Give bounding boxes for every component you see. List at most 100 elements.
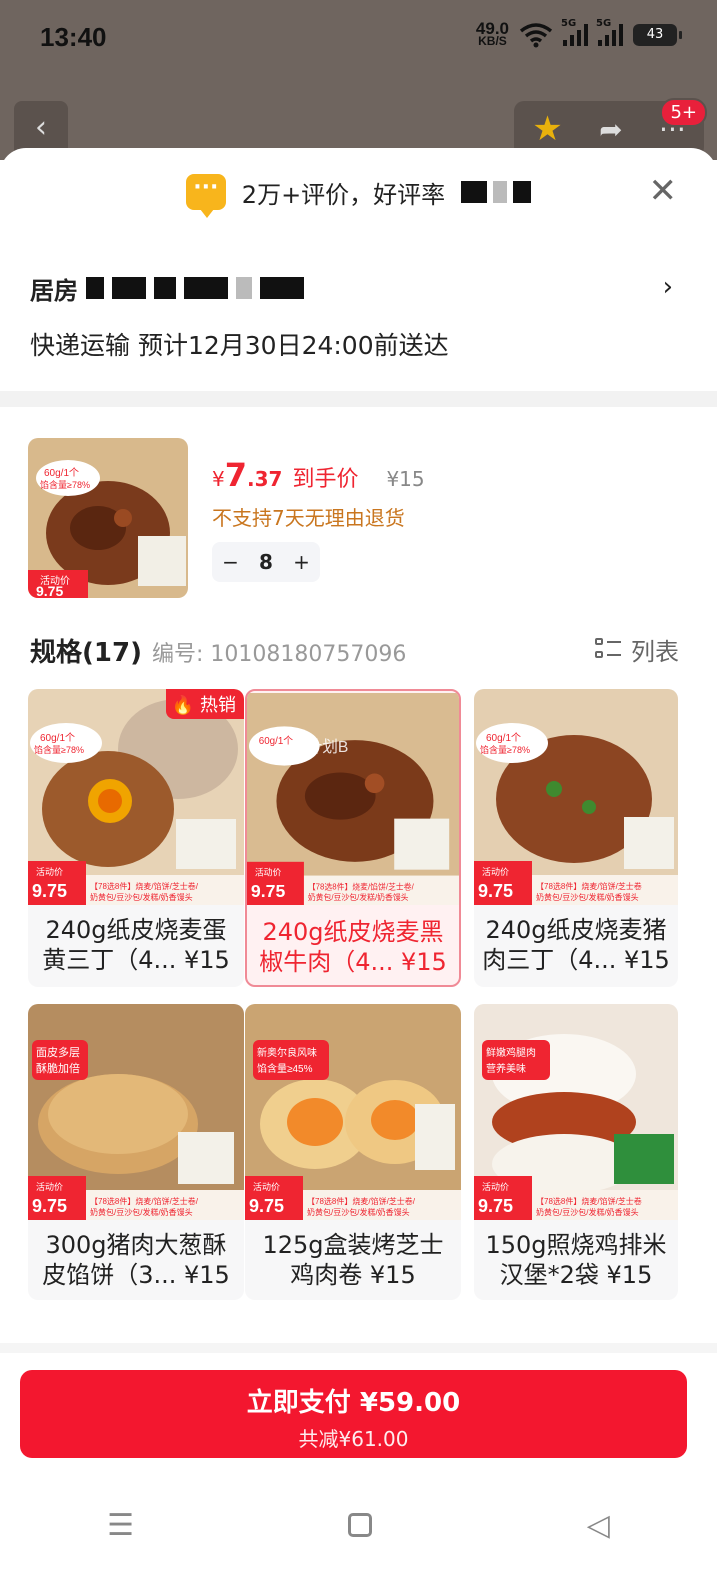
sig2-label: 5G [596,18,612,29]
price-symbol: ¥ [212,467,225,491]
svg-text:B计划B: B计划B [296,738,348,756]
home-icon[interactable] [348,1513,373,1537]
redacted-text [461,181,532,203]
svg-text:奶黄包/豆沙包/发糕/奶香馒头: 奶黄包/豆沙包/发糕/奶香馒头 [308,892,409,902]
svg-text:酥脆加倍: 酥脆加倍 [36,1061,80,1075]
cell-signal-2-icon: 5G [596,18,623,46]
minus-button[interactable]: − [222,550,239,574]
spec-card[interactable]: 活动价 9.75 【78选8件】烧麦/馅饼/芝士卷 奶黄包/豆沙包/发糕/奶香馒… [474,689,678,987]
purchase-sheet: ··· 2万+评价，好评率 ✕ 居房 › 快递运输 预计12月30日24:00前… [0,148,717,1584]
bottom-divider [0,1343,717,1353]
svg-text:【78选8件】烧麦/馅饼/芝士卷/: 【78选8件】烧麦/馅饼/芝士卷/ [90,881,199,891]
svg-text:营养美味: 营养美味 [486,1062,526,1075]
svg-text:9.75: 9.75 [249,1196,284,1216]
product-image: 活动价 9.75 【78选8件】烧麦/馅饼/芝士卷/ 奶黄包/豆沙包/发糕/奶香… [28,1004,244,1220]
svg-text:馅含量≥78%: 馅含量≥78% [34,744,84,755]
address-row[interactable]: 居房 [30,270,304,306]
chat-bubble-icon: ··· [185,174,226,218]
svg-text:活动价: 活动价 [36,1181,63,1192]
back-icon[interactable]: ◁ [587,1508,610,1543]
svg-text:60g/1个: 60g/1个 [40,732,75,744]
svg-text:活动价: 活动价 [482,1181,509,1192]
svg-text:60g/1个: 60g/1个 [259,735,294,747]
spec-card[interactable]: 活动价 9.75 【78选8件】烧麦/馅饼/芝士卷 奶黄包/豆沙包/发糕/奶香馒… [474,1004,678,1300]
svg-text:新奥尔良风味: 新奥尔良风味 [257,1046,317,1059]
wifi-icon [519,23,553,48]
svg-text:【78选8件】烧麦/馅饼/芝士卷/: 【78选8件】烧麦/馅饼/芝士卷/ [308,881,415,891]
product-code: 编号: 10108180757096 [152,642,407,667]
favorite-star-icon[interactable]: ★ [532,109,562,149]
product-image: 活动价 9.75 【78选8件】烧麦/馅饼/芝士卷/ 奶黄包/豆沙包/发糕/奶香… [247,693,459,905]
price-value: 7.37 [224,456,283,494]
svg-text:9.75: 9.75 [32,881,67,901]
system-nav-bar: ☰ ◁ [0,1490,717,1560]
svg-text:活动价: 活动价 [253,1181,280,1192]
svg-text:馅含量≥78%: 馅含量≥78% [480,744,530,755]
plus-button[interactable]: + [293,550,310,574]
spec-title: 规格(17) [30,638,142,668]
list-icon [595,637,621,663]
svg-text:【78选8件】烧麦/馅饼/芝士卷/: 【78选8件】烧麦/馅饼/芝士卷/ [90,1196,199,1206]
status-bar: 13:40 49.0 KB/S 5G 5G 43 [0,0,717,76]
svg-text:面皮多层: 面皮多层 [36,1045,80,1059]
sig1-label: 5G [561,18,577,29]
spec-card[interactable]: 活动价 9.75 【78选8件】烧麦/馅饼/芝士卷/ 奶黄包/豆沙包/发糕/奶香… [245,1004,461,1300]
status-time: 13:40 [40,22,107,52]
message-badge: 5+ [660,98,707,127]
svg-text:奶黄包/豆沙包/发糕/奶香馒头: 奶黄包/豆沙包/发糕/奶香馒头 [90,1207,193,1217]
spec-name: 300g猪肉大葱酥皮馅饼（3... ¥15 [42,1231,230,1289]
svg-text:鲜嫩鸡腿肉: 鲜嫩鸡腿肉 [486,1046,536,1059]
product-image: 活动价 9.75 【78选8件】烧麦/馅饼/芝士卷/ 奶黄包/豆沙包/发糕/奶香… [28,689,244,905]
chevron-left-icon: ‹ [35,110,47,145]
price-row: ¥ 7.37 到手价 ¥15 [212,456,425,494]
spec-card[interactable]: 活动价 9.75 【78选8件】烧麦/馅饼/芝士卷/ 奶黄包/豆沙包/发糕/奶香… [28,689,244,987]
spec-name: 240g纸皮烧麦黑椒牛肉（4... ¥15 [259,918,447,976]
spec-card-selected[interactable]: 活动价 9.75 【78选8件】烧麦/馅饼/芝士卷/ 奶黄包/豆沙包/发糕/奶香… [245,689,461,987]
svg-text:馅含量≥78%: 馅含量≥78% [40,479,90,490]
list-label: 列表 [631,638,679,666]
review-banner: ··· 2万+评价，好评率 [0,170,717,218]
original-price: ¥15 [386,467,425,491]
cell-signal-1-icon: 5G [561,18,588,46]
product-image: 活动价 9.75 【78选8件】烧麦/馅饼/芝士卷 奶黄包/豆沙包/发糕/奶香馒… [474,689,678,905]
hot-sale-badge: 🔥 热销 [165,689,244,719]
menu-icon[interactable]: ☰ [107,1508,134,1543]
svg-text:奶黄包/豆沙包/发糕/奶香馒头: 奶黄包/豆沙包/发糕/奶香馒头 [536,892,639,902]
pay-now-button[interactable]: 立即支付 ¥59.00 共减¥61.00 [20,1370,687,1458]
spec-name: 125g盒装烤芝士鸡肉卷 ¥15 [262,1231,444,1289]
spec-name: 240g纸皮烧麦猪肉三丁（4... ¥15 [482,916,670,974]
svg-text:奶黄包/豆沙包/发糕/奶香馒头: 奶黄包/豆沙包/发糕/奶香馒头 [536,1207,639,1217]
price-label: 到手价 [292,467,359,492]
svg-text:【78选8件】烧麦/馅饼/芝士卷: 【78选8件】烧麦/馅饼/芝士卷 [536,1196,642,1206]
svg-text:9.75: 9.75 [478,881,513,901]
net-speed: 49.0 KB/S [476,20,509,48]
quantity-value[interactable]: 8 [259,550,273,574]
quantity-stepper: − 8 + [212,542,320,582]
svg-text:活动价: 活动价 [36,866,63,877]
svg-text:馅含量≥45%: 馅含量≥45% [257,1062,313,1075]
review-summary: 2万+评价，好评率 [241,180,446,209]
svg-text:9.75: 9.75 [251,881,286,901]
svg-text:60g/1个: 60g/1个 [486,732,521,744]
svg-text:【78选8件】烧麦/馅饼/芝士卷/: 【78选8件】烧麦/馅饼/芝士卷/ [307,1196,416,1206]
spec-name: 240g纸皮烧麦蛋黄三丁（4... ¥15 [42,916,230,974]
return-policy: 不支持7天无理由退货 [212,506,405,530]
section-divider [0,391,717,407]
svg-text:活动价: 活动价 [482,866,509,877]
close-icon[interactable]: ✕ [649,174,678,208]
chevron-right-icon[interactable]: › [663,272,673,302]
status-icons: 49.0 KB/S 5G 5G 43 [476,18,682,48]
pay-discount: 共减¥61.00 [298,1427,409,1451]
spec-card[interactable]: 活动价 9.75 【78选8件】烧麦/馅饼/芝士卷/ 奶黄包/豆沙包/发糕/奶香… [28,1004,244,1300]
svg-text:9.75: 9.75 [36,583,63,598]
svg-text:奶黄包/豆沙包/发糕/奶香馒头: 奶黄包/豆沙包/发糕/奶香馒头 [307,1207,410,1217]
svg-text:9.75: 9.75 [32,1196,67,1216]
list-view-toggle[interactable]: 列表 [595,632,679,667]
product-image: 活动价 9.75 【78选8件】烧麦/馅饼/芝士卷/ 奶黄包/豆沙包/发糕/奶香… [245,1004,461,1220]
selected-product-thumbnail: 活动价 9.75 60g/1个 馅含量≥78% [28,438,188,598]
spec-name: 150g照烧鸡排米汉堡*2袋 ¥15 [485,1231,667,1289]
share-icon[interactable]: ➦ [599,113,622,146]
svg-text:活动价: 活动价 [255,867,282,878]
net-speed-unit: KB/S [478,34,507,48]
svg-text:9.75: 9.75 [478,1196,513,1216]
